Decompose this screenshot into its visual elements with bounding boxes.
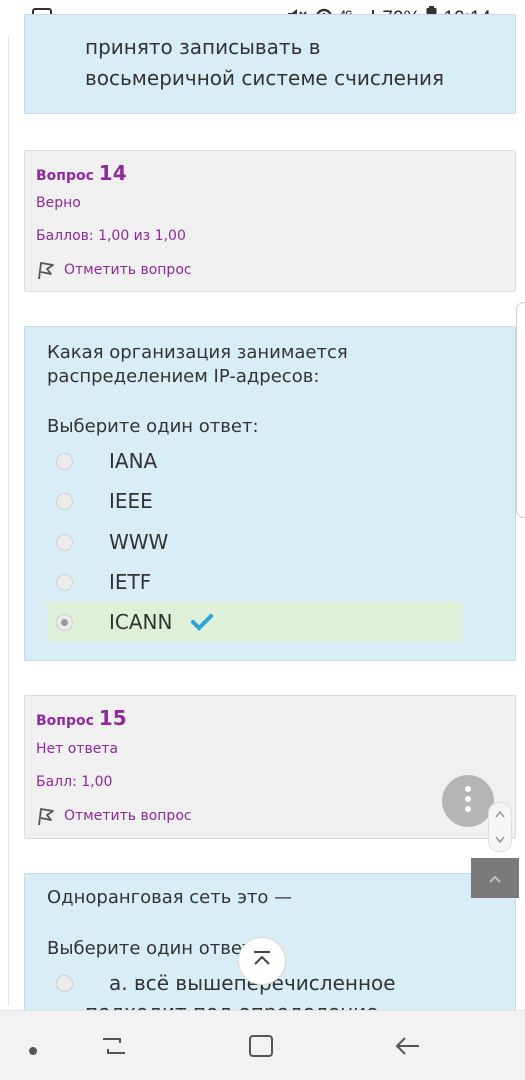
question-number: 15 [98,706,127,730]
option-label: IEEE [109,489,153,513]
flag-label: Отметить вопрос [64,808,192,824]
dot-indicator-icon[interactable] [28,1041,38,1060]
page-border [8,36,9,1006]
question-15-status: Нет ответа [36,741,119,757]
question-14-text: Какая организация занимается распределен… [47,342,348,387]
radio-button[interactable] [56,974,73,992]
radio-button[interactable] [56,533,73,551]
scroll-to-top-icon [251,949,273,973]
radio-button-selected[interactable] [56,613,73,631]
system-navigation-bar [0,1010,525,1080]
flag-label: Отметить вопрос [64,262,192,278]
scroll-up-button[interactable] [238,937,286,985]
option-www[interactable]: WWW [47,522,463,562]
option-label: IANA [109,449,158,473]
recent-apps-icon[interactable] [100,1033,128,1063]
question-15-score: Балл: 1,00 [36,774,113,790]
question-label: Вопрос [36,713,94,729]
radio-button[interactable] [56,573,73,591]
question-14-status: Верно [36,195,81,211]
option-ietf[interactable]: IETF [47,562,463,602]
question-14-heading: Вопрос 14 [36,161,127,185]
flag-icon [36,260,56,280]
back-icon[interactable] [393,1033,423,1063]
option-label: WWW [109,530,169,554]
home-icon[interactable] [247,1033,275,1063]
prev-question-line-2: восьмеричной системе счисления [85,66,445,90]
option-ieee[interactable]: IEEE [47,481,463,521]
edge-panel-handle[interactable] [516,302,525,518]
question-14-content: Какая организация занимается распределен… [24,326,516,661]
chevron-up-icon [488,869,502,888]
more-vertical-icon [464,785,472,817]
option-label: IETF [109,570,152,594]
question-15-text: Одноранговая сеть это — [47,887,293,908]
back-to-top-button[interactable] [471,858,519,898]
radio-button[interactable] [56,452,73,470]
option-icann[interactable]: ICANN [47,602,463,642]
flag-question-15-link[interactable]: Отметить вопрос [36,806,192,826]
radio-button[interactable] [56,492,73,510]
question-15-heading: Вопрос 15 [36,706,127,730]
scroll-controls[interactable] [488,802,512,852]
question-label: Вопрос [36,168,94,184]
question-15-info: Вопрос 15 Нет ответа Балл: 1,00 Отметить… [24,695,516,839]
flag-icon [36,806,56,826]
prev-question-line-1: принято записывать в [85,35,321,59]
prev-question-text-card: принято записывать в восьмеричной систем… [24,14,516,114]
question-number: 14 [98,161,127,185]
question-14-score: Баллов: 1,00 из 1,00 [36,228,186,244]
question-14-info: Вопрос 14 Верно Баллов: 1,00 из 1,00 Отм… [24,150,516,292]
option-iana[interactable]: IANA [47,441,463,481]
more-options-button[interactable] [442,775,494,827]
scroll-arrows-icon [495,810,505,844]
flag-question-14-link[interactable]: Отметить вопрос [36,260,192,280]
option-label: ICANN [109,610,173,634]
answer-prompt: Выберите один ответ: [47,416,259,437]
correct-check-icon [191,614,213,636]
